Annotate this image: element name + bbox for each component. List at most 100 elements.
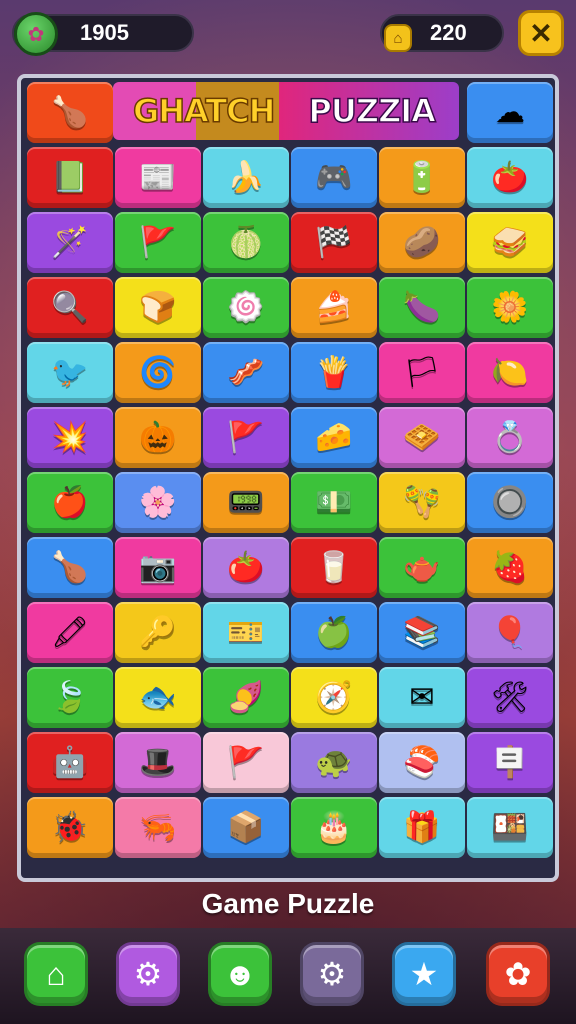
tile[interactable]: 🖍 [27, 602, 113, 663]
tile[interactable]: ✉ [379, 667, 465, 728]
tile[interactable]: 🍃 [27, 667, 113, 728]
newspaper-icon: 📰 [139, 160, 177, 194]
cake-slice-icon: 🍰 [315, 290, 353, 324]
tile[interactable]: 🍟 [291, 342, 377, 403]
nav-button-character[interactable]: ☻ [208, 942, 272, 1006]
tile[interactable]: 🤖 [27, 732, 113, 793]
tile[interactable]: 🥪 [467, 212, 553, 273]
camera-icon: 📷 [139, 550, 177, 584]
tile[interactable]: 🧀 [291, 407, 377, 468]
tile[interactable]: 🏳 [379, 342, 465, 403]
tile[interactable]: 💍 [467, 407, 553, 468]
tile[interactable]: 🍗 [27, 82, 113, 143]
tile[interactable]: 🍣 [379, 732, 465, 793]
compass-icon: 🧭 [315, 680, 353, 714]
tile[interactable]: 🍗 [27, 537, 113, 598]
ring-icon: 💍 [491, 420, 529, 454]
tile[interactable]: 🍌 [203, 147, 289, 208]
tile[interactable]: 📦 [203, 797, 289, 858]
tile[interactable]: 🚩 [203, 407, 289, 468]
close-button[interactable]: ✕ [518, 10, 564, 56]
tile[interactable]: 🚩 [203, 732, 289, 793]
tile[interactable]: 🌼 [467, 277, 553, 338]
tile[interactable]: 🎃 [115, 407, 201, 468]
tile[interactable]: 📷 [115, 537, 201, 598]
tile[interactable]: 🐢 [291, 732, 377, 793]
tile[interactable]: 🍏 [291, 602, 377, 663]
cheese-icon: 🧀 [315, 420, 353, 454]
tile[interactable]: 🍞 [115, 277, 201, 338]
tile[interactable]: ☁ [467, 82, 553, 143]
tile[interactable]: 🍱 [467, 797, 553, 858]
tile[interactable]: 🍋 [467, 342, 553, 403]
tile[interactable]: 🧇 [379, 407, 465, 468]
tile[interactable]: 🍅 [467, 147, 553, 208]
tile[interactable]: 🍥 [203, 277, 289, 338]
tile[interactable]: 🎩 [115, 732, 201, 793]
tile[interactable]: 🥛 [291, 537, 377, 598]
eggplant-icon: 🍆 [403, 290, 441, 324]
tile[interactable]: 🛠 [467, 667, 553, 728]
tile[interactable]: 🎈 [467, 602, 553, 663]
tile[interactable]: 📟 [203, 472, 289, 533]
tile[interactable]: 🐞 [27, 797, 113, 858]
melon-icon: 🍈 [227, 225, 265, 259]
crayon-icon: 🖍 [50, 615, 90, 649]
tile[interactable]: 🎂 [291, 797, 377, 858]
flower-icon: 🌼 [491, 290, 529, 324]
gift-icon: 🎁 [403, 810, 441, 844]
tile[interactable]: 💵 [291, 472, 377, 533]
sweet-potato-icon: 🍠 [227, 680, 265, 714]
tile[interactable]: 🍓 [467, 537, 553, 598]
nav-button-home[interactable]: ⌂ [24, 942, 88, 1006]
tile[interactable]: 🏁 [291, 212, 377, 273]
tile[interactable]: 🐟 [115, 667, 201, 728]
flag-icon: 🚩 [227, 745, 265, 779]
tile[interactable]: 🍆 [379, 277, 465, 338]
tile[interactable]: 🥔 [379, 212, 465, 273]
tile[interactable]: 🍰 [291, 277, 377, 338]
tile[interactable]: 🍠 [203, 667, 289, 728]
tile[interactable]: 🪧 [467, 732, 553, 793]
score-value: 1905 [80, 20, 129, 45]
tile[interactable]: 🪄 [27, 212, 113, 273]
clover-coin-icon: ✿ [14, 12, 58, 56]
tile[interactable]: 🔍 [27, 277, 113, 338]
tile[interactable]: 📚 [379, 602, 465, 663]
tile[interactable]: 🔑 [115, 602, 201, 663]
nav-button-star[interactable]: ★ [392, 942, 456, 1006]
tile[interactable]: 🪇 [379, 472, 465, 533]
tile[interactable]: 🎮 [291, 147, 377, 208]
tile[interactable]: 🦐 [115, 797, 201, 858]
book-icon: 📗 [51, 160, 89, 194]
nav-button-cog[interactable]: ✿ [486, 942, 550, 1006]
tile[interactable]: 🥓 [203, 342, 289, 403]
tile[interactable]: 🫖 [379, 537, 465, 598]
sushi-icon: 🍣 [403, 745, 441, 779]
books-icon: 📚 [403, 615, 441, 649]
nav-button-settings[interactable]: ⚙ [116, 942, 180, 1006]
tile[interactable]: 🔋 [379, 147, 465, 208]
game-board: 🍗 ☁ 📗 📰 🍌 🎮 🔋 🍅 🪄 🚩 🍈 🏁 🥔 🥪 🔍 🍞 🍥 🍰 🍆 🌼 🐦 🌀 🥓 🍟 🏳 🍋 💥 🎃 🚩 🧀 🧇 💍 🍎 🌸 📟 💵 🪇 🔘 🍗 📷… [17, 74, 559, 882]
board-title-banner: GHATCH PUZZIA [113, 82, 459, 140]
nav-button-search-gear[interactable]: ⚙ [300, 942, 364, 1006]
sandwich-icon: 🥪 [491, 225, 529, 259]
robot-icon: 🤖 [51, 745, 89, 779]
tile[interactable]: 🚩 [115, 212, 201, 273]
tile[interactable]: 💥 [27, 407, 113, 468]
tile[interactable]: 🎁 [379, 797, 465, 858]
tile[interactable]: 🌸 [115, 472, 201, 533]
tile[interactable]: 🧭 [291, 667, 377, 728]
tile[interactable]: 📰 [115, 147, 201, 208]
tile[interactable]: 🐦 [27, 342, 113, 403]
tile[interactable]: 🌀 [115, 342, 201, 403]
tile[interactable]: 🔘 [467, 472, 553, 533]
tile[interactable]: 📗 [27, 147, 113, 208]
lime-icon: 🍏 [315, 615, 353, 649]
coin-icon: ⌂ [384, 24, 412, 52]
tile[interactable]: 🍈 [203, 212, 289, 273]
button-icon: 🔘 [491, 485, 529, 519]
tile[interactable]: 🍎 [27, 472, 113, 533]
tile[interactable]: 🍅 [203, 537, 289, 598]
tile[interactable]: 🎫 [203, 602, 289, 663]
